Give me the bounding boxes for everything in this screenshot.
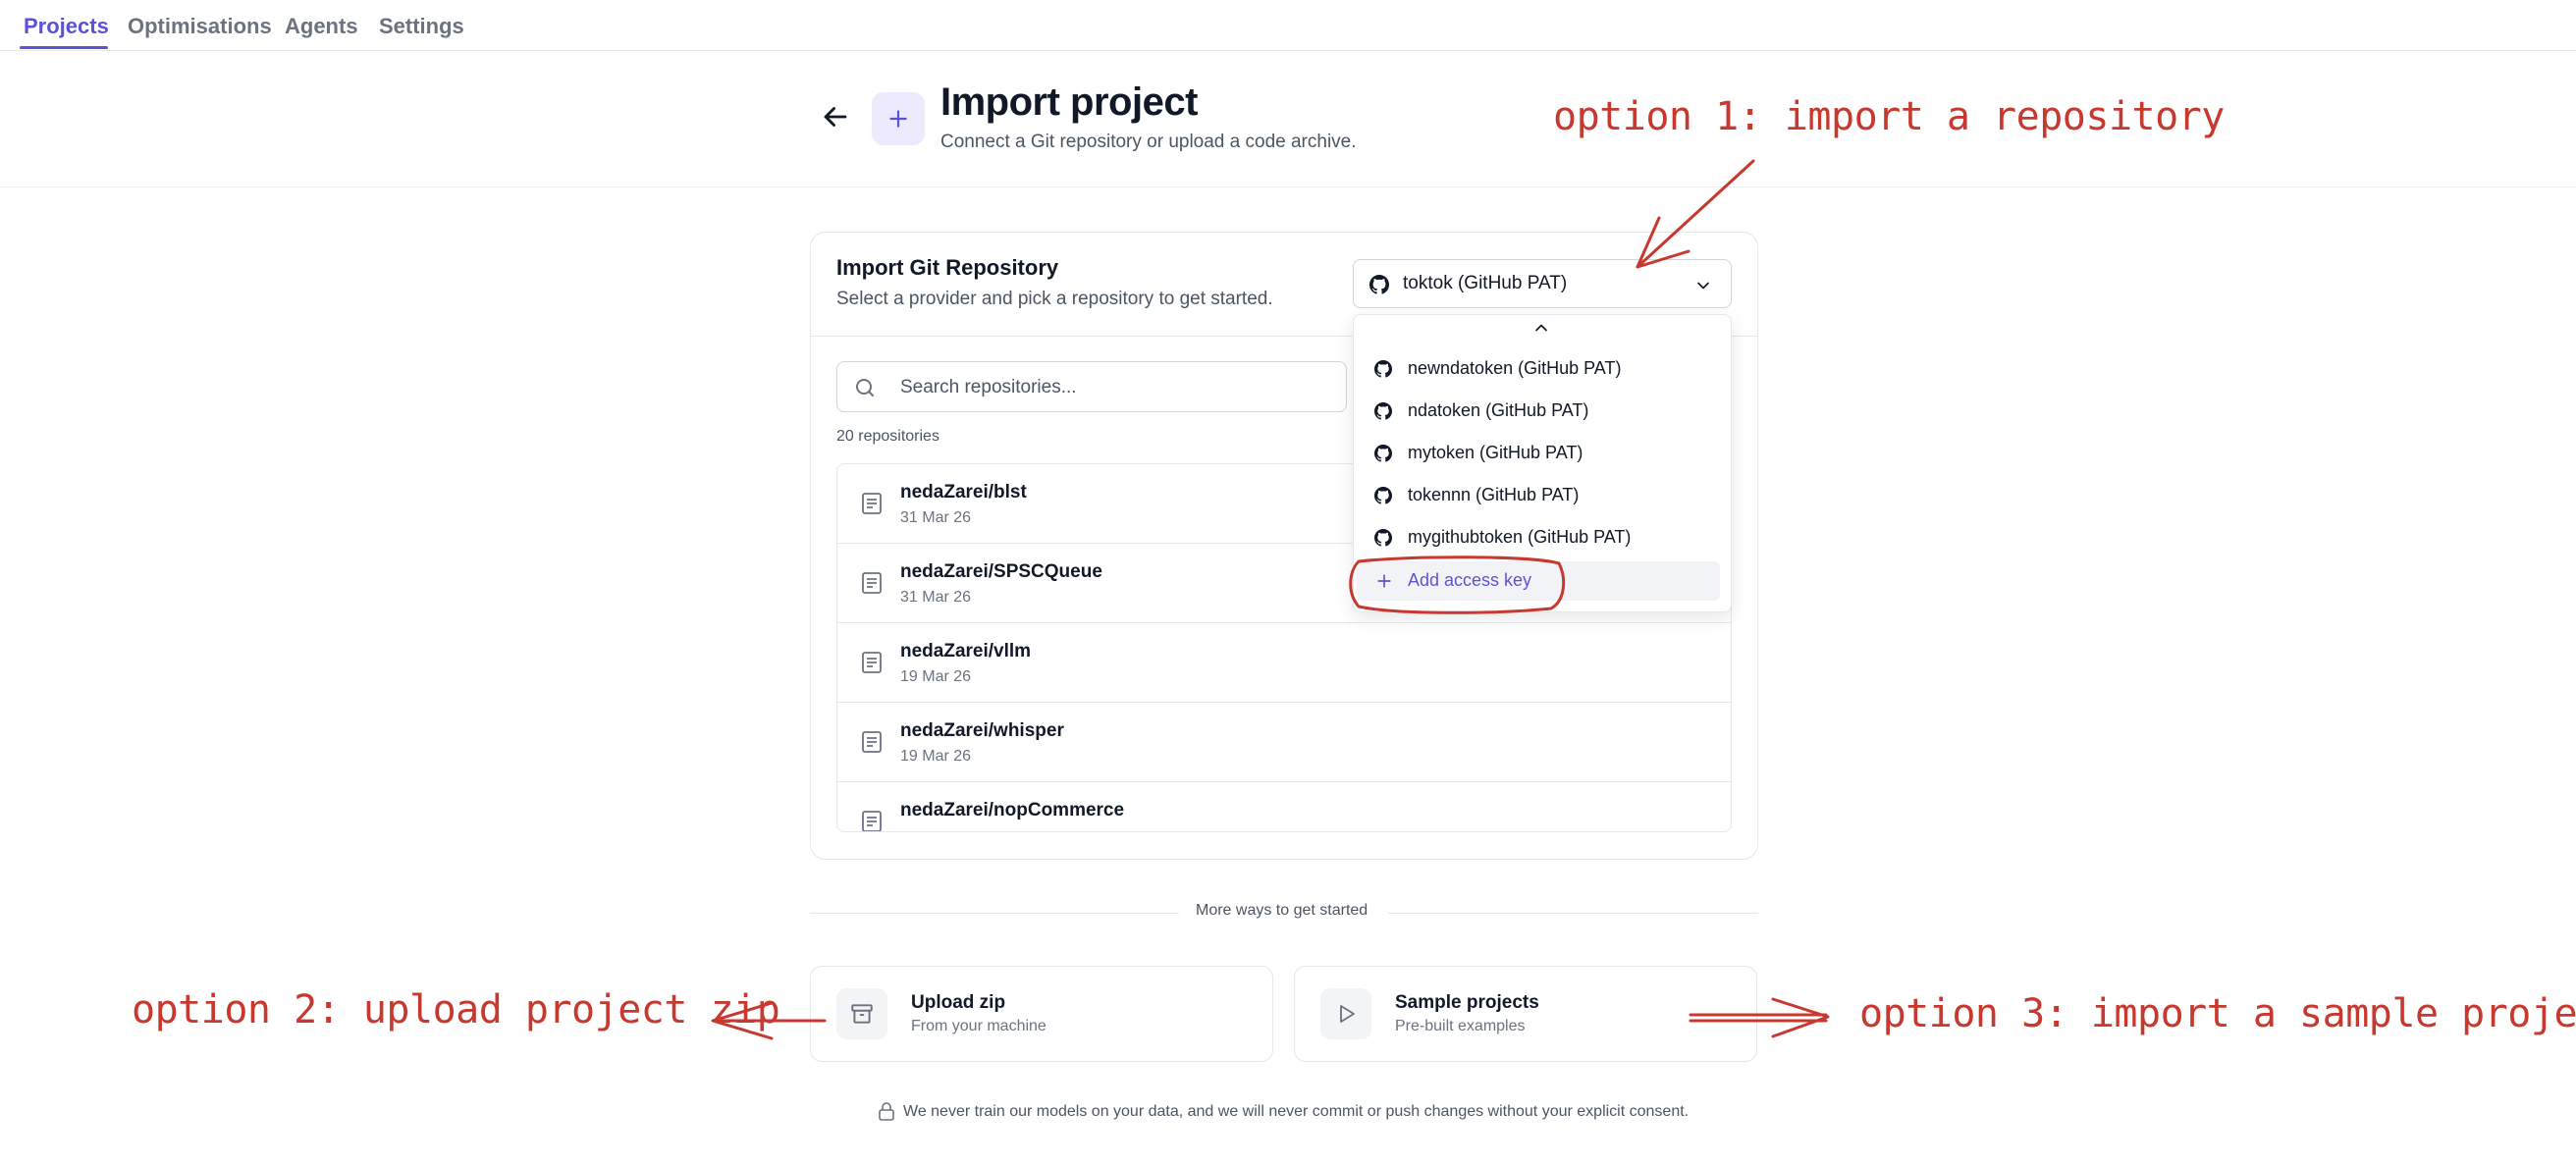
github-icon bbox=[1374, 487, 1392, 504]
search-input[interactable] bbox=[900, 374, 1322, 401]
repo-book-icon bbox=[862, 811, 882, 831]
annotation-option-3: option 3: import a sample project bbox=[1859, 991, 2576, 1036]
divider-right bbox=[1388, 913, 1758, 914]
lock-icon bbox=[879, 1102, 894, 1121]
archive-icon bbox=[851, 1004, 873, 1024]
github-icon bbox=[1369, 275, 1389, 294]
repo-name: nedaZarei/whisper bbox=[900, 720, 1064, 741]
active-tab-indicator bbox=[20, 46, 108, 49]
privacy-text: We never train our models on your data, … bbox=[903, 1103, 1690, 1120]
repo-name: nedaZarei/blst bbox=[900, 482, 1027, 503]
sample-projects-subtitle: Pre-built examples bbox=[1395, 1018, 1526, 1034]
github-icon bbox=[1374, 360, 1392, 378]
dropdown-option-label: newndatoken (GitHub PAT) bbox=[1408, 358, 1622, 378]
dropdown-option-label: mytoken (GitHub PAT) bbox=[1408, 443, 1583, 462]
sample-projects-card[interactable]: Sample projects Pre-built examples bbox=[1294, 966, 1757, 1062]
provider-select[interactable]: toktok (GitHub PAT) bbox=[1353, 259, 1732, 308]
tab-projects[interactable]: Projects bbox=[24, 12, 109, 41]
dropdown-option[interactable]: mygithubtoken (GitHub PAT) bbox=[1357, 518, 1728, 557]
play-icon bbox=[1340, 1005, 1355, 1023]
upload-zip-card[interactable]: Upload zip From your machine bbox=[810, 966, 1273, 1062]
card-title: Import Git Repository bbox=[836, 255, 1059, 280]
repo-book-icon bbox=[862, 652, 882, 673]
repo-row[interactable]: nedaZarei/nopCommerce bbox=[837, 782, 1731, 831]
upload-zip-subtitle: From your machine bbox=[911, 1018, 1046, 1034]
repo-book-icon bbox=[862, 572, 882, 594]
dropdown-option[interactable]: mytoken (GitHub PAT) bbox=[1357, 434, 1728, 473]
search-icon bbox=[856, 379, 874, 397]
repo-name: nedaZarei/vllm bbox=[900, 641, 1032, 661]
repo-date: 31 Mar 26 bbox=[900, 509, 972, 526]
plus-icon bbox=[1377, 574, 1391, 588]
import-icon-tile bbox=[872, 92, 925, 145]
repo-book-icon bbox=[862, 493, 882, 514]
github-icon bbox=[1374, 445, 1392, 462]
dropdown-option[interactable]: newndatoken (GitHub PAT) bbox=[1357, 349, 1728, 389]
dropdown-option[interactable]: ndatoken (GitHub PAT) bbox=[1357, 392, 1728, 431]
dropdown-option[interactable]: tokennn (GitHub PAT) bbox=[1357, 476, 1728, 515]
repo-count: 20 repositories bbox=[836, 428, 939, 445]
repo-name: nedaZarei/nopCommerce bbox=[900, 800, 1125, 820]
github-icon bbox=[1374, 402, 1392, 420]
repo-row[interactable]: nedaZarei/vllm 19 Mar 26 bbox=[837, 623, 1731, 703]
add-access-key-button[interactable]: Add access key bbox=[1357, 561, 1720, 601]
tab-optimisations[interactable]: Optimisations bbox=[128, 12, 272, 41]
provider-selected-label: toktok (GitHub PAT) bbox=[1403, 273, 1568, 293]
repo-row[interactable]: nedaZarei/whisper 19 Mar 26 bbox=[837, 703, 1731, 782]
card-subtitle: Select a provider and pick a repository … bbox=[836, 289, 1273, 309]
plus-icon bbox=[889, 110, 907, 128]
arrowhead-option-3 bbox=[1771, 997, 1830, 1038]
more-ways-text: More ways to get started bbox=[1196, 902, 1368, 919]
upload-icon-tile bbox=[836, 988, 887, 1039]
dropdown-option-label: ndatoken (GitHub PAT) bbox=[1408, 400, 1589, 420]
annotation-option-2: option 2: upload project zip bbox=[132, 987, 780, 1032]
arrow-left-icon bbox=[824, 107, 847, 127]
chevron-down-icon bbox=[1697, 282, 1709, 290]
repo-name: nedaZarei/SPSCQueue bbox=[900, 561, 1102, 582]
back-button[interactable] bbox=[819, 100, 852, 133]
upload-zip-title: Upload zip bbox=[911, 992, 1006, 1013]
dropdown-option-label: tokennn (GitHub PAT) bbox=[1408, 485, 1580, 504]
header-divider bbox=[0, 186, 2576, 187]
tab-agents[interactable]: Agents bbox=[285, 12, 358, 41]
repo-date: 19 Mar 26 bbox=[900, 668, 972, 685]
page-title: Import project bbox=[940, 80, 1198, 124]
page-subtitle: Connect a Git repository or upload a cod… bbox=[940, 132, 1357, 152]
add-access-key-label: Add access key bbox=[1408, 570, 1532, 590]
repo-date: 19 Mar 26 bbox=[900, 748, 972, 765]
top-nav: Projects Optimisations Agents Settings bbox=[0, 0, 2576, 51]
chevron-up-icon[interactable] bbox=[1531, 318, 1551, 338]
annotation-option-1: option 1: import a repository bbox=[1553, 94, 2225, 139]
github-icon bbox=[1374, 529, 1392, 547]
dropdown-option-label: mygithubtoken (GitHub PAT) bbox=[1408, 527, 1632, 547]
repo-date: 31 Mar 26 bbox=[900, 589, 972, 606]
repo-book-icon bbox=[862, 731, 882, 753]
sample-icon-tile bbox=[1320, 988, 1371, 1039]
tab-settings[interactable]: Settings bbox=[379, 12, 464, 41]
repo-search bbox=[836, 361, 1347, 412]
divider-left bbox=[810, 913, 1179, 914]
sample-projects-title: Sample projects bbox=[1395, 992, 1539, 1013]
